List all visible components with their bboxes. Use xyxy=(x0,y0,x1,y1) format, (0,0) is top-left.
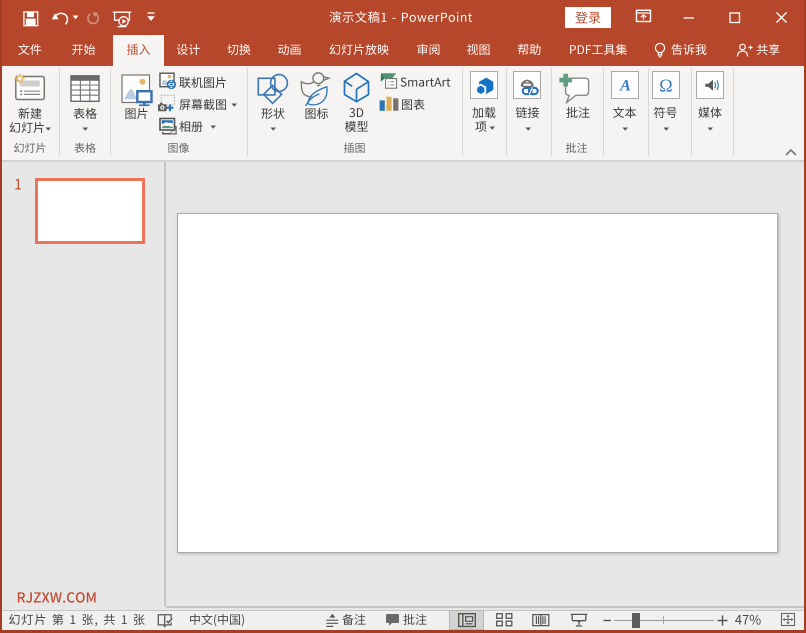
svg-text:Ω: Ω xyxy=(659,75,672,95)
svg-text:A: A xyxy=(619,78,631,95)
